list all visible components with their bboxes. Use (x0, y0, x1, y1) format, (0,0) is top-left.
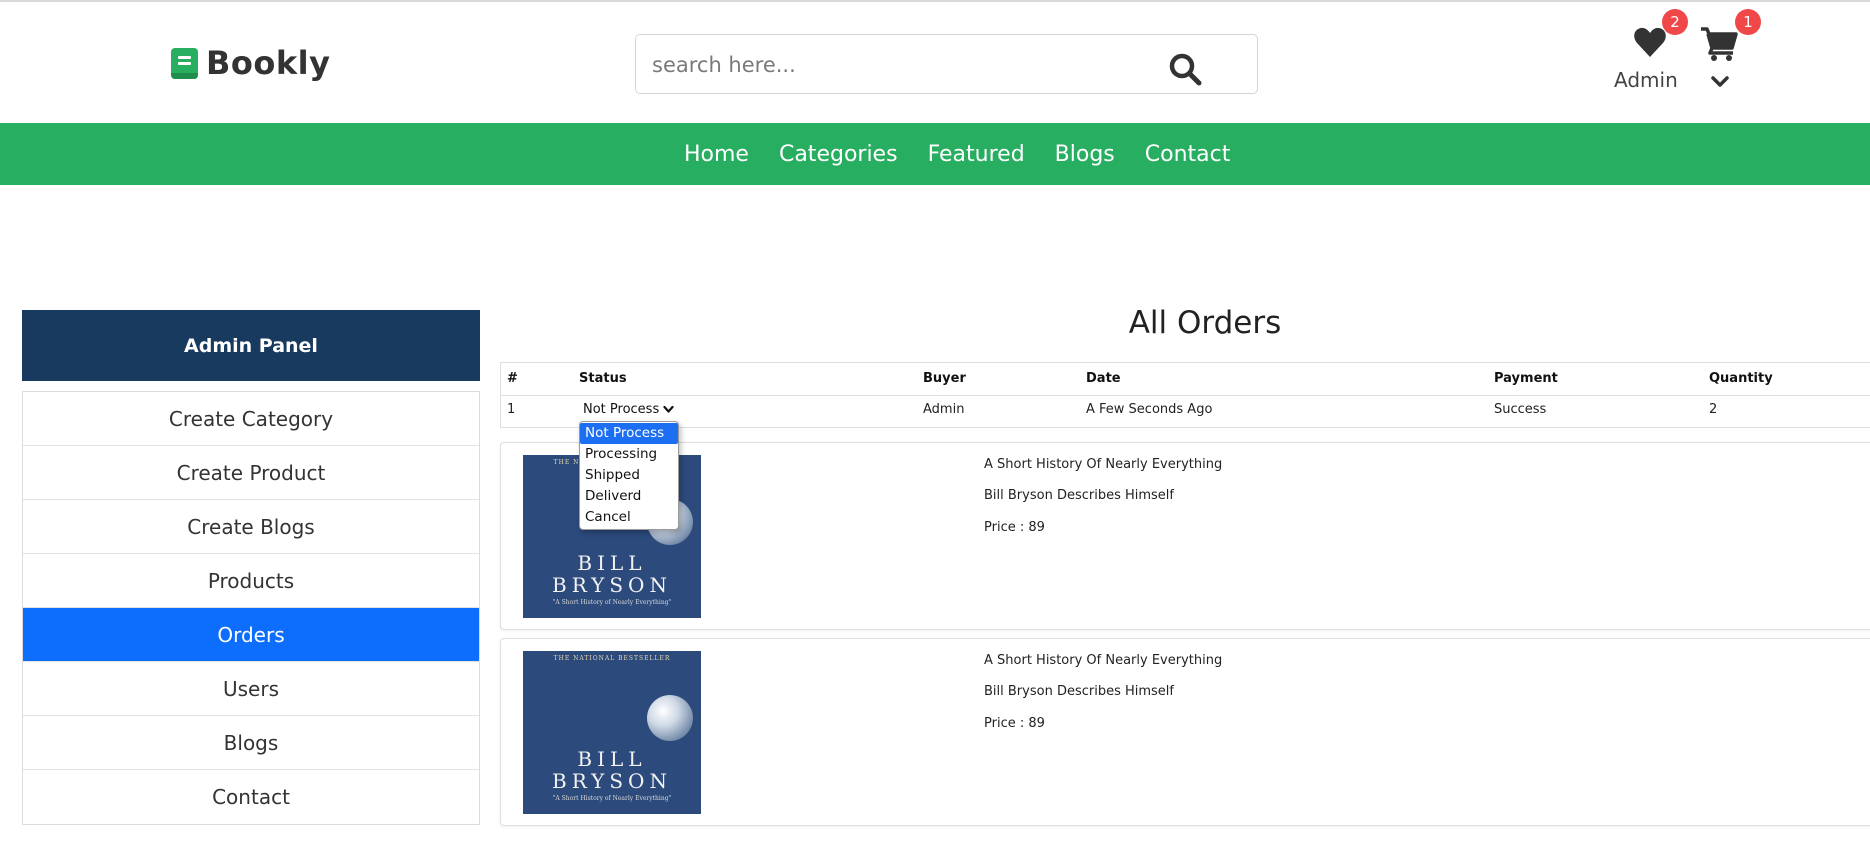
cell-quantity: 2 (1709, 402, 1718, 417)
nav-categories[interactable]: Categories (779, 142, 898, 167)
cell-payment: Success (1494, 402, 1547, 417)
sidebar-item-create-product[interactable]: Create Product (23, 446, 479, 500)
cover-subtitle: "A Short History of Nearly Everything" (552, 599, 672, 606)
product-description: Bill Bryson Describes Himself (984, 684, 1174, 699)
cell-index: 1 (507, 402, 516, 417)
status-option-shipped[interactable]: Shipped (580, 465, 678, 486)
admin-sidebar: Create Category Create Product Create Bl… (22, 391, 480, 825)
user-name[interactable]: Admin (1614, 68, 1678, 92)
sidebar-item-products[interactable]: Products (23, 554, 479, 608)
status-option-deliverd[interactable]: Deliverd (580, 486, 678, 507)
chevron-down-icon[interactable] (1711, 75, 1729, 89)
top-border (0, 0, 1870, 2)
col-header-date: Date (1086, 371, 1121, 386)
nav-home[interactable]: Home (684, 142, 749, 167)
heart-icon[interactable] (1632, 24, 1668, 60)
status-select[interactable]: Not Process (583, 402, 674, 417)
col-header-buyer: Buyer (923, 371, 966, 386)
sidebar-item-contact[interactable]: Contact (23, 770, 479, 824)
cell-buyer: Admin (923, 402, 965, 417)
search-box (635, 34, 1258, 94)
product-name: A Short History Of Nearly Everything (984, 653, 1223, 668)
sidebar-item-blogs[interactable]: Blogs (23, 716, 479, 770)
order-product-card: THE NATIONAL BESTSELLER BILL BRYSON "A S… (500, 442, 1870, 630)
col-header-index: # (507, 371, 518, 386)
sidebar-item-users[interactable]: Users (23, 662, 479, 716)
cart-icon[interactable] (1700, 26, 1738, 62)
cell-date: A Few Seconds Ago (1086, 402, 1213, 417)
search-input[interactable] (650, 47, 1174, 83)
chevron-down-icon (663, 405, 674, 413)
nav-contact[interactable]: Contact (1145, 142, 1231, 167)
status-option-cancel[interactable]: Cancel (580, 507, 678, 528)
cover-subtitle: "A Short History of Nearly Everything" (552, 795, 672, 802)
status-option-not-process[interactable]: Not Process (580, 423, 678, 444)
cover-author-first: BILL (577, 551, 647, 575)
col-header-quantity: Quantity (1709, 371, 1773, 386)
brand-logo[interactable]: Bookly (171, 44, 330, 82)
admin-panel-title: Admin Panel (22, 310, 480, 381)
cover-author-last: BRYSON (552, 573, 672, 597)
cover-tagline: THE NATIONAL BESTSELLER (553, 655, 671, 662)
nav-featured[interactable]: Featured (928, 142, 1025, 167)
cover-author-last: BRYSON (552, 769, 672, 793)
brand-name: Bookly (206, 44, 331, 82)
product-name: A Short History Of Nearly Everything (984, 457, 1223, 472)
product-description: Bill Bryson Describes Himself (984, 488, 1174, 503)
page-title: All Orders (1128, 305, 1282, 341)
wishlist-count-badge: 2 (1662, 9, 1688, 35)
product-cover-image: THE NATIONAL BESTSELLER BILL BRYSON "A S… (523, 651, 701, 814)
status-select-value: Not Process (583, 402, 660, 417)
cart-count-badge: 1 (1735, 9, 1761, 35)
main-nav: Home Categories Featured Blogs Contact (0, 123, 1870, 185)
status-dropdown: Not Process Processing Shipped Deliverd … (579, 421, 679, 530)
col-header-payment: Payment (1494, 371, 1558, 386)
book-icon (171, 47, 198, 79)
table-divider (501, 395, 1870, 396)
sidebar-item-create-blogs[interactable]: Create Blogs (23, 500, 479, 554)
search-icon[interactable] (1168, 52, 1202, 86)
sidebar-item-create-category[interactable]: Create Category (23, 392, 479, 446)
cover-globe (647, 695, 693, 741)
orders-table: # Status Buyer Date Payment Quantity 1 A… (500, 362, 1870, 428)
sidebar-item-orders[interactable]: Orders (23, 608, 479, 662)
status-option-processing[interactable]: Processing (580, 444, 678, 465)
product-price: Price : 89 (984, 520, 1045, 535)
product-price: Price : 89 (984, 716, 1045, 731)
nav-blogs[interactable]: Blogs (1055, 142, 1115, 167)
cover-author-first: BILL (577, 747, 647, 771)
col-header-status: Status (579, 371, 627, 386)
order-product-card: THE NATIONAL BESTSELLER BILL BRYSON "A S… (500, 638, 1870, 826)
